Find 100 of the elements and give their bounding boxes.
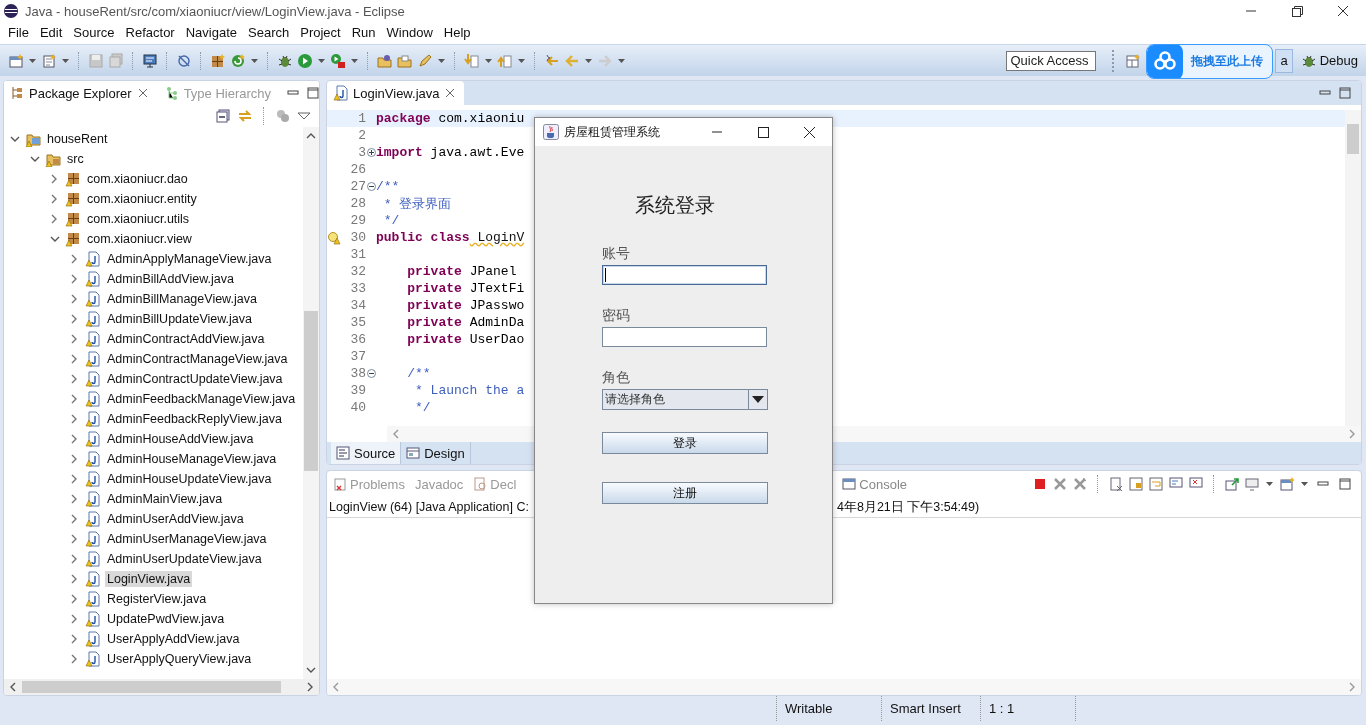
link-editor-icon[interactable] <box>237 108 253 124</box>
mode-tab[interactable]: Source <box>331 442 402 464</box>
tree-item[interactable]: com.xiaoniucr.utils <box>85 211 192 227</box>
caret-icon[interactable] <box>317 56 326 65</box>
scroll-thumb[interactable] <box>1347 124 1359 154</box>
remove-launch-icon[interactable] <box>1053 477 1067 491</box>
tree-item[interactable]: AdminBillManageView.java <box>105 291 259 307</box>
tree-item[interactable]: houseRent <box>45 131 110 147</box>
display-console-icon[interactable] <box>1245 477 1259 491</box>
mode-tab[interactable]: Design <box>401 442 471 464</box>
menu-item[interactable]: Window <box>380 23 438 43</box>
tree-item[interactable]: com.xiaoniucr.dao <box>85 171 190 187</box>
filter-icon[interactable] <box>275 108 291 124</box>
close-icon[interactable] <box>443 87 456 99</box>
role-dropdown[interactable]: 请选择角色 <box>602 389 768 410</box>
tree-item[interactable]: AdminContractUpdateView.java <box>105 371 285 387</box>
password-field[interactable] <box>602 327 767 347</box>
pin-icon[interactable] <box>1225 477 1239 491</box>
scroll-down-icon[interactable] <box>305 665 317 675</box>
run-icon[interactable] <box>297 52 313 69</box>
menu-item[interactable]: Refactor <box>119 23 180 43</box>
tree-item[interactable]: AdminBillUpdateView.java <box>105 311 254 327</box>
refresh-icon[interactable] <box>230 52 246 69</box>
tree-item[interactable]: UserApplyAddView.java <box>105 631 242 647</box>
folder-icon[interactable] <box>397 52 413 69</box>
scroll-thumb[interactable] <box>304 311 318 471</box>
monitor-icon[interactable] <box>142 52 158 69</box>
scroll-up-icon[interactable] <box>305 131 317 141</box>
tree-item[interactable]: AdminMainView.java <box>105 491 225 507</box>
remove-all-icon[interactable] <box>1073 477 1087 491</box>
tree-item[interactable]: AdminUserAddView.java <box>105 511 246 527</box>
run-config-icon[interactable] <box>330 52 346 69</box>
caret-icon[interactable] <box>61 56 70 65</box>
menu-item[interactable]: Search <box>242 23 295 43</box>
pen-icon[interactable] <box>417 52 433 69</box>
collapse-icon[interactable] <box>366 182 376 191</box>
caret-icon[interactable] <box>28 56 37 65</box>
dialog-button[interactable]: 登录 <box>602 432 768 454</box>
tree-item[interactable]: AdminUserUpdateView.java <box>105 551 264 567</box>
caret-icon[interactable] <box>617 56 626 65</box>
tree-item[interactable]: RegisterView.java <box>105 591 209 607</box>
terminate-icon[interactable] <box>1033 477 1047 491</box>
tree-item[interactable]: AdminFeedbackManageView.java <box>105 391 298 407</box>
open-folder-icon[interactable] <box>377 52 393 69</box>
quick-access-field[interactable]: Quick Access <box>1006 50 1097 71</box>
dialog-button[interactable]: 注册 <box>602 482 768 504</box>
tree-item[interactable]: com.xiaoniucr.view <box>85 231 194 247</box>
tree-item[interactable]: UserApplyQueryView.java <box>105 651 254 667</box>
scroll-right-icon[interactable] <box>305 681 315 693</box>
tree-item[interactable]: src <box>65 151 86 167</box>
close-icon[interactable] <box>136 87 149 99</box>
caret-icon[interactable] <box>1265 480 1274 488</box>
tree-item[interactable]: AdminContractManageView.java <box>105 351 290 367</box>
collapse-all-icon[interactable] <box>215 108 231 124</box>
menu-item[interactable]: Run <box>345 23 381 43</box>
caret-icon[interactable] <box>484 56 493 65</box>
tree-item[interactable]: AdminHouseAddView.java <box>105 431 256 447</box>
show-stdout-icon[interactable] <box>1169 477 1183 491</box>
scroll-thumb[interactable] <box>22 681 281 693</box>
perspective-button[interactable]: Debug <box>1296 49 1362 72</box>
input-field[interactable] <box>602 265 767 285</box>
editor-tab[interactable]: LoginView.java <box>327 81 464 105</box>
caret-icon[interactable] <box>1300 480 1309 488</box>
scroll-lock-icon[interactable] <box>1129 477 1143 491</box>
clear-console-icon[interactable] <box>1109 477 1123 491</box>
menu-item[interactable]: Edit <box>33 23 68 43</box>
caret-icon[interactable] <box>517 56 526 65</box>
menu-item[interactable]: Help <box>437 23 476 43</box>
scrollbar[interactable] <box>4 679 319 695</box>
view-menu-icon[interactable] <box>297 111 311 121</box>
menu-item[interactable]: File <box>2 23 34 43</box>
view-tab[interactable]: Console <box>840 476 910 492</box>
caret-icon[interactable] <box>350 56 359 65</box>
show-stderr-icon[interactable] <box>1189 477 1203 491</box>
caret-icon[interactable] <box>584 56 593 65</box>
tree-item[interactable]: AdminApplyManageView.java <box>105 251 274 267</box>
scroll-left-icon[interactable] <box>8 681 18 693</box>
dropdown-button[interactable] <box>748 390 767 409</box>
collapse-icon[interactable] <box>366 369 376 378</box>
tree-item[interactable]: AdminHouseUpdateView.java <box>105 471 274 487</box>
tree-item[interactable]: AdminUserManageView.java <box>105 531 269 547</box>
unlink-icon[interactable] <box>176 52 192 69</box>
tree-item[interactable]: AdminContractAddView.java <box>105 331 267 347</box>
menu-item[interactable]: Source <box>67 23 120 43</box>
tree-item[interactable]: LoginView.java <box>105 571 193 587</box>
tree-item[interactable]: AdminBillAddView.java <box>105 271 236 287</box>
grid-icon[interactable] <box>210 52 226 69</box>
tree-item[interactable]: AdminFeedbackReplyView.java <box>105 411 284 427</box>
tree-item[interactable]: com.xiaoniucr.entity <box>85 191 199 207</box>
new-file-icon[interactable] <box>41 52 57 69</box>
new-icon[interactable] <box>8 52 24 69</box>
caret-icon[interactable] <box>250 56 259 65</box>
open-perspective-icon[interactable] <box>1125 52 1142 69</box>
perspective-button[interactable]: a <box>1275 48 1293 73</box>
menu-item[interactable]: Project <box>294 23 346 43</box>
expand-icon[interactable] <box>366 148 376 157</box>
caret-icon[interactable] <box>437 56 446 65</box>
menu-item[interactable]: Navigate <box>179 23 242 43</box>
upload-popup[interactable]: 拖拽至此上传 <box>1146 44 1273 79</box>
new-console-icon[interactable] <box>1280 477 1294 491</box>
